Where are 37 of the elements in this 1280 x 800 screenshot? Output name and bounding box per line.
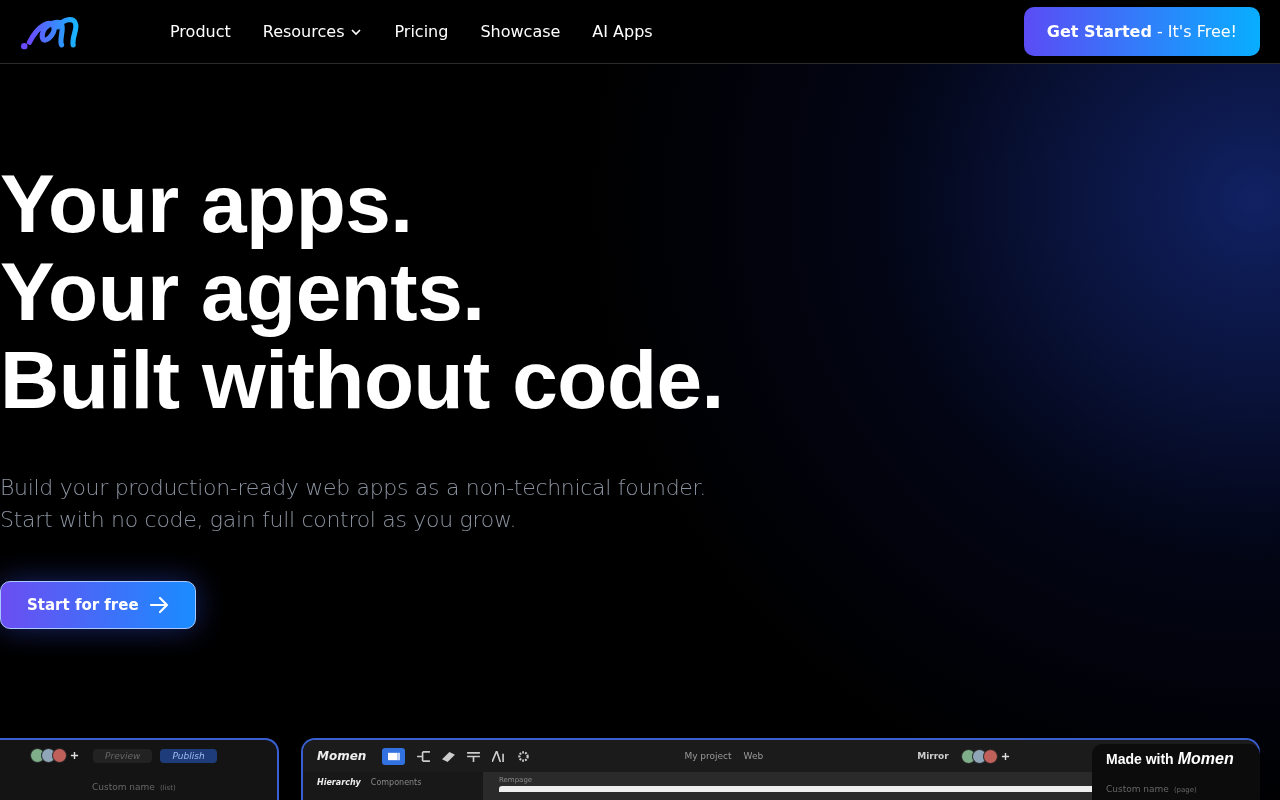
avatar (52, 748, 67, 763)
get-started-button[interactable]: Get Started - It's Free! (1023, 7, 1260, 56)
publish-button[interactable]: Publish (160, 748, 217, 763)
mirror-button[interactable]: Mirror (917, 751, 949, 761)
ai-icon (492, 750, 506, 762)
subtitle: Build your production-ready web apps as a non-technical founder. (0, 474, 708, 502)
avatar (41, 748, 56, 763)
nav-link[interactable]: AI Apps (592, 22, 653, 41)
field-label: Custom name (1106, 783, 1169, 794)
nav-link[interactable]: Product (170, 22, 231, 41)
nav-link[interactable]: Showcase (480, 22, 561, 41)
avatar (30, 748, 45, 763)
headline: Built without code. (0, 336, 725, 424)
layout-icon (382, 747, 406, 765)
headline: Your agents. (0, 248, 486, 336)
badge-logo: Momen (1177, 750, 1234, 768)
arrow-right-icon (148, 595, 169, 615)
nav-link[interactable]: Pricing (394, 22, 449, 41)
brush-icon (442, 750, 456, 762)
start-for-free-button[interactable]: Start for free (0, 581, 196, 629)
text-icon (467, 750, 481, 762)
field-label: Custom name (92, 782, 155, 792)
nav-link[interactable]: Resources (262, 22, 363, 41)
avatar (982, 748, 998, 764)
app-logo: Momen (317, 749, 367, 763)
gear-icon (517, 750, 531, 762)
panel-tab[interactable]: Components (370, 778, 422, 787)
plus-icon (1000, 751, 1010, 761)
subtitle: Start with no code, gain full control as you grow. (0, 506, 518, 534)
badge-text: Made with (1106, 751, 1174, 767)
plus-icon (70, 751, 79, 760)
flow-icon (417, 750, 431, 762)
platform-selector[interactable]: Web (743, 751, 764, 761)
panel-tab[interactable]: Hierarchy (317, 778, 361, 787)
avatar (960, 748, 976, 764)
headline: Your apps. (0, 160, 414, 248)
project-selector[interactable]: My project (684, 751, 732, 761)
